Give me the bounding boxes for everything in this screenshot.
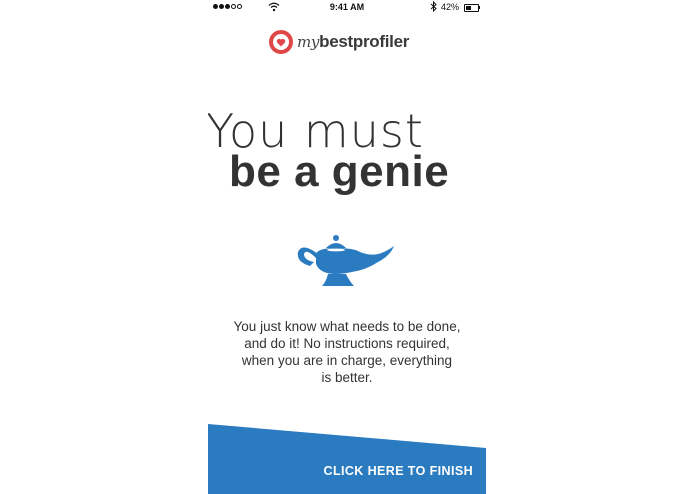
description-line: You just know what needs to be done, <box>233 319 461 334</box>
status-bar: 9:41 AM 42% <box>208 0 486 14</box>
result-description: You just know what needs to be done, and… <box>208 318 486 386</box>
bluetooth-icon <box>430 1 437 12</box>
heart-logo-icon <box>269 30 293 54</box>
logo-profiler: profiler <box>352 32 410 51</box>
finish-button-label[interactable]: CLICK HERE TO FINISH <box>324 464 473 478</box>
mybestprofiler-logo: mybestprofiler <box>268 28 409 56</box>
logo-my: my <box>297 33 320 51</box>
description-line: is better. <box>321 370 373 385</box>
battery-tip <box>479 6 480 9</box>
finish-button[interactable] <box>208 424 486 494</box>
logo-wordmark: mybestprofiler <box>297 32 409 52</box>
phone-screen: 9:41 AM 42% mybestprofiler You must be a… <box>208 0 486 494</box>
battery-icon <box>464 4 479 12</box>
description-line: and do it! No instructions required, <box>244 336 450 351</box>
battery-percentage: 42% <box>441 2 460 12</box>
description-line: when you are in charge, everything <box>241 353 453 368</box>
logo-best: best <box>319 32 353 51</box>
result-headline-line2: be a genie <box>229 147 450 196</box>
genie-lamp-icon <box>297 235 394 286</box>
